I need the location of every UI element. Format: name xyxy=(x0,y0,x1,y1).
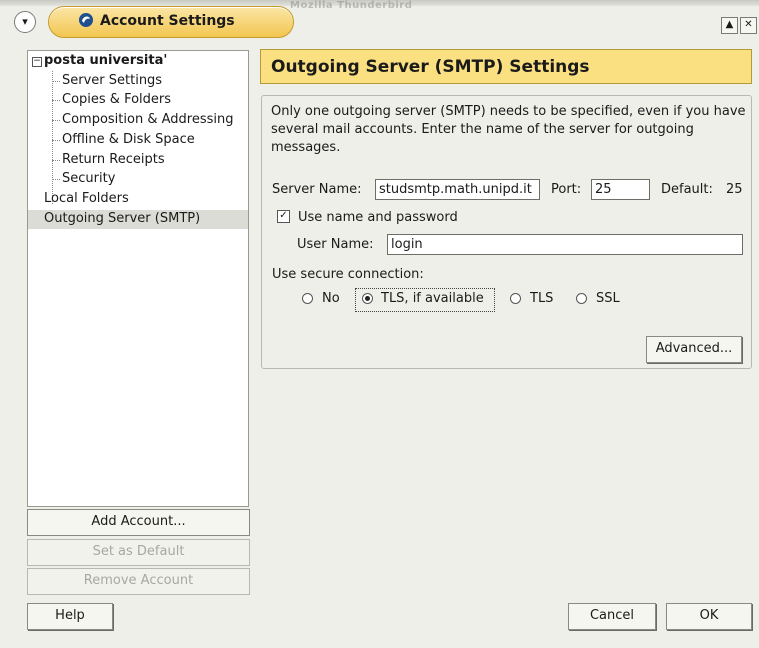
tree-item-security[interactable]: Security xyxy=(62,171,115,186)
secure-connection-label: Use secure connection: xyxy=(272,267,424,282)
shade-button[interactable]: ▲ xyxy=(721,17,738,34)
set-default-button[interactable]: Set as Default xyxy=(27,539,250,566)
window-title: Account Settings xyxy=(100,13,235,29)
add-account-button[interactable]: Add Account... xyxy=(27,509,250,536)
default-label: Default: xyxy=(661,182,713,197)
radio-tls-if-available-label: TLS, if available xyxy=(381,291,484,306)
description-text: Only one outgoing server (SMTP) needs to… xyxy=(271,104,746,155)
port-label: Port: xyxy=(551,182,582,197)
radio-ssl[interactable] xyxy=(576,293,587,304)
radio-tls[interactable] xyxy=(510,293,521,304)
thunderbird-icon xyxy=(79,13,93,27)
remove-account-button[interactable]: Remove Account xyxy=(27,568,250,595)
tree-item-outgoing-server[interactable]: Outgoing Server (SMTP) xyxy=(44,211,200,226)
page-title: Outgoing Server (SMTP) Settings xyxy=(271,57,590,77)
window-menu-button[interactable]: ▾ xyxy=(14,11,36,33)
collapse-icon[interactable]: − xyxy=(32,57,42,67)
user-name-field[interactable]: login xyxy=(387,234,743,255)
tree-item-return-receipts[interactable]: Return Receipts xyxy=(62,152,165,167)
radio-no[interactable] xyxy=(302,293,313,304)
tree-item-posta-universita[interactable]: posta universita' xyxy=(44,53,167,68)
port-field[interactable]: 25 xyxy=(591,179,650,200)
server-name-label: Server Name: xyxy=(272,182,362,197)
ok-button[interactable]: OK xyxy=(666,603,752,630)
use-name-password-label: Use name and password xyxy=(298,210,458,225)
default-port-value: 25 xyxy=(726,182,743,197)
user-name-label: User Name: xyxy=(297,237,374,252)
radio-tls-if-available[interactable] xyxy=(362,293,373,304)
tree-item-offline-disk-space[interactable]: Offline & Disk Space xyxy=(62,132,195,147)
use-name-password-checkbox[interactable]: ✓ xyxy=(277,210,290,223)
tree-item-local-folders[interactable]: Local Folders xyxy=(44,191,129,206)
close-button[interactable]: ✕ xyxy=(740,17,757,34)
server-name-field[interactable]: studsmtp.math.unipd.it xyxy=(375,179,540,200)
tree-item-copies-folders[interactable]: Copies & Folders xyxy=(62,92,171,107)
tree-item-composition-addressing[interactable]: Composition & Addressing xyxy=(62,112,233,127)
account-tree[interactable]: − posta universita' Server Settings Copi… xyxy=(27,50,249,507)
radio-ssl-label: SSL xyxy=(596,291,620,306)
radio-no-label: No xyxy=(322,291,340,306)
help-button[interactable]: Help xyxy=(27,603,113,630)
advanced-button[interactable]: Advanced... xyxy=(646,336,742,363)
radio-tls-label: TLS xyxy=(530,291,554,306)
tree-connector xyxy=(52,71,53,204)
cancel-button[interactable]: Cancel xyxy=(568,603,656,630)
tree-item-server-settings[interactable]: Server Settings xyxy=(62,73,162,88)
background-window-title: Mozilla Thunderbird xyxy=(290,0,413,11)
